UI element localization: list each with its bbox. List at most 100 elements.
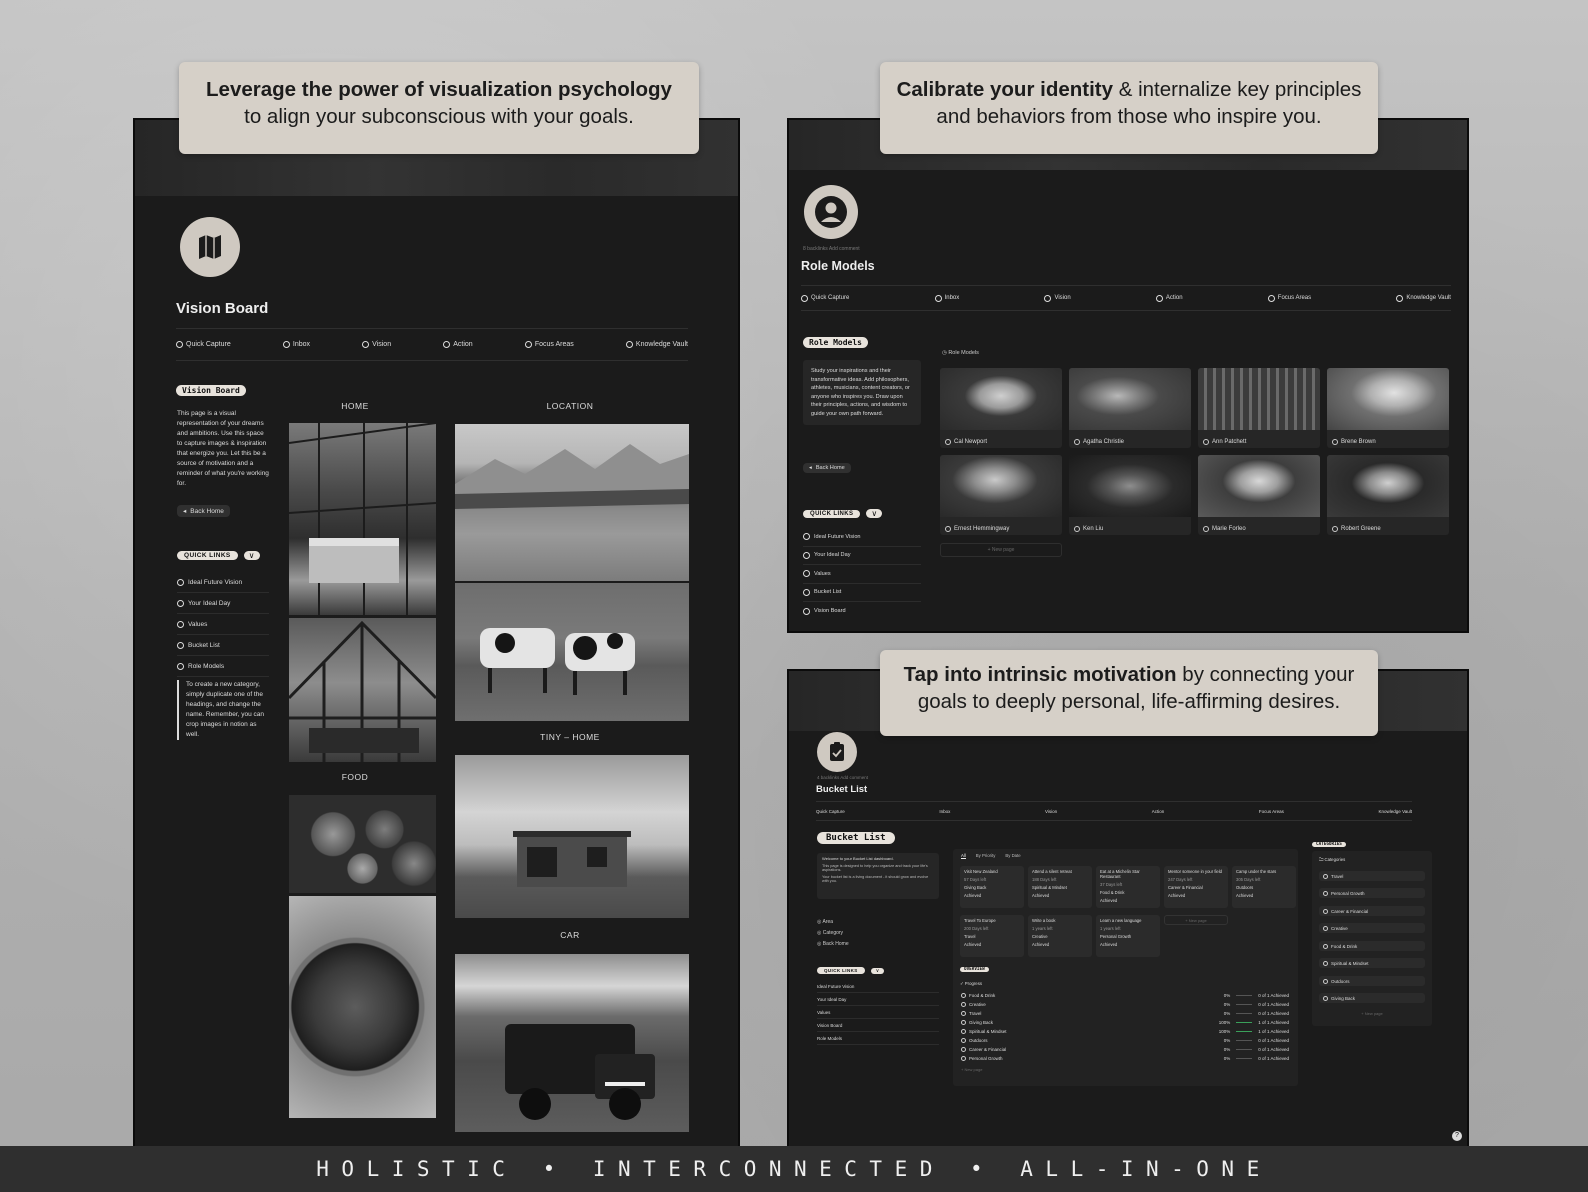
link-icon [524,341,532,348]
role-model-card[interactable]: Brene Brown [1327,368,1449,448]
role-model-card[interactable]: Ernest Hemmingway [940,455,1062,535]
chevron-down-icon[interactable]: ∨ [866,509,883,518]
progress-row[interactable]: Travel 0% 0 of 1 Achieved [961,1009,1289,1017]
progress-row[interactable]: Personal Growth 0% 0 of 1 Achieved [961,1054,1289,1062]
role-model-card[interactable]: Ken Liu [1069,455,1191,535]
circle-icon [961,1055,966,1061]
progress-row[interactable]: Creative 0% 0 of 1 Achieved [961,1000,1289,1008]
view-tab-all[interactable]: All [961,853,966,859]
quick-link-item[interactable]: Values [177,614,269,635]
page-description: Study your inspirations and their transf… [803,360,921,425]
new-page-button[interactable]: + New page [961,1067,982,1072]
quick-link-item[interactable]: Values [803,565,921,584]
nav-knowledge-vault[interactable]: Knowledge Vault [625,341,688,348]
role-model-card[interactable]: Marie Forleo [1198,455,1320,535]
quick-links-header: QUICK LINKS ∨ [817,967,885,974]
category-item[interactable]: Spiritual & Mindset [1319,958,1425,968]
back-home-button[interactable]: ◂ Back Home [177,505,230,517]
view-tab-date[interactable]: By Date [1005,853,1020,859]
quick-link-item[interactable]: Your Ideal Day [177,593,269,614]
nav-vision[interactable]: Vision [1044,294,1071,302]
category-item[interactable]: Travel [1319,871,1425,881]
bucket-item-card[interactable]: Eat at a Michelin Star Restaurant 37 Days… [1096,866,1160,908]
nav-quick-capture[interactable]: Quick Capture [801,294,849,302]
chevron-down-icon[interactable]: ∨ [243,551,260,560]
view-tabs: All By Priority By Date [961,853,1021,859]
link-icon [803,533,810,541]
quick-link-item[interactable]: Ideal Future Vision [803,528,921,547]
category-item[interactable]: Career & Financial [1319,906,1425,916]
nav-bar: Quick Capture Inbox Vision Action Focus … [176,328,688,361]
arrow-left-icon: ◂ [183,508,187,515]
page-meta: 4 backlinks Add comment [817,775,869,780]
quick-link-item[interactable]: Vision Board [817,1019,939,1032]
quick-link-item[interactable]: Role Models [177,656,269,677]
bucket-item-card[interactable]: Attend a silent retreat 188 Days left Spir… [1028,866,1092,908]
nav-action[interactable]: Action [443,341,473,348]
bucket-item-card[interactable]: Write a book 1 years left Creative Achieved [1028,915,1092,957]
nav-vision[interactable]: Vision [362,341,391,348]
new-page-button[interactable]: + New page [1319,1011,1425,1016]
quick-link-item[interactable]: Ideal Future Vision [177,572,269,593]
nav-knowledge-vault[interactable]: Knowledge Vault [1396,294,1451,302]
link-icon [934,294,942,302]
bucket-item-card[interactable]: Visit New Zealand 57 Days left Giving Back… [960,866,1024,908]
quick-link-item[interactable]: Your Ideal Day [817,993,939,1006]
quick-link-item[interactable]: Your Ideal Day [803,547,921,565]
back-home-button[interactable]: ◂ Back Home [803,463,851,473]
category-item[interactable]: Personal Growth [1319,888,1425,898]
category-item[interactable]: Food & Drink [1319,941,1425,951]
progress-row[interactable]: Career & Financial 0% 0 of 1 Achieved [961,1045,1289,1053]
role-model-card[interactable]: Agatha Christie [1069,368,1191,448]
progress-bar [1236,1021,1253,1023]
new-page-button[interactable]: + New page [940,543,1062,557]
progress-row[interactable]: Spiritual & Mindset 100% 1 of 1 Achieved [961,1027,1289,1035]
view-tab-priority[interactable]: By Priority [976,853,996,859]
link-icon [177,662,184,670]
category-item[interactable]: Outdoors [1319,976,1425,986]
quick-link-item[interactable]: Role Models [817,1032,939,1045]
person-icon [1074,526,1080,532]
bucket-item-card[interactable]: Camp under the stars 305 Days left Outdoor… [1232,866,1296,908]
help-icon[interactable]: ? [1452,1131,1462,1141]
nav-action[interactable]: Action [1152,809,1165,814]
nav-inbox[interactable]: Inbox [934,294,959,302]
nav-action[interactable]: Action [1155,294,1183,302]
side-link-category[interactable]: ◎ Category [817,930,849,941]
new-page-button[interactable]: + New page [1164,915,1228,925]
nav-inbox[interactable]: Inbox [282,341,310,348]
nav-quick-capture[interactable]: Quick Capture [176,341,231,348]
category-item[interactable]: Giving Back [1319,993,1425,1003]
nav-focus-areas[interactable]: Focus Areas [1259,809,1284,814]
bucket-item-card[interactable]: Travel To Europe 200 Days left Travel Achie… [960,915,1024,957]
nav-focus-areas[interactable]: Focus Areas [524,341,574,348]
quick-link-item[interactable]: Vision Board [803,602,921,621]
circle-icon [961,1046,966,1052]
quick-link-item[interactable]: Ideal Future Vision [817,980,939,993]
link-icon [176,341,183,348]
nav-quick-capture[interactable]: Quick Capture [816,809,845,814]
quick-link-item[interactable]: Values [817,1006,939,1019]
progress-row[interactable]: Outdoors 0% 0 of 1 Achieved [961,1036,1289,1044]
chevron-down-icon[interactable]: ∨ [870,967,885,974]
bucket-item-card[interactable]: Mentor someone in your field 247 Days lef… [1164,866,1228,908]
side-link-area[interactable]: ◎ Area [817,919,849,930]
bucket-item-card[interactable]: Learn a new language 1 years left Personal… [1096,915,1160,957]
page-title: Bucket List [816,784,868,795]
portrait-photo [1198,368,1320,430]
category-item[interactable]: Creative [1319,923,1425,933]
progress-row[interactable]: Giving Back 100% 1 of 1 Achieved [961,1018,1289,1026]
nav-focus-areas[interactable]: Focus Areas [1267,294,1311,302]
nav-vision[interactable]: Vision [1045,809,1057,814]
nav-knowledge-vault[interactable]: Knowledge Vault [1379,809,1412,814]
role-model-card[interactable]: Robert Greene [1327,455,1449,535]
role-model-card[interactable]: Ann Patchett [1198,368,1320,448]
quick-link-item[interactable]: Bucket List [177,635,269,656]
quick-link-item[interactable]: Bucket List [803,584,921,602]
caption-visualization: Leverage the power of visualization psyc… [179,62,699,154]
role-model-card[interactable]: Cal Newport [940,368,1062,448]
nav-inbox[interactable]: Inbox [939,809,950,814]
role-models-screenshot: 8 backlinks Add comment Role Models Quic… [787,118,1469,633]
side-link-back-home[interactable]: ◎ Back Home [817,941,849,952]
progress-row[interactable]: Food & Drink 0% 0 of 1 Achieved [961,991,1289,999]
